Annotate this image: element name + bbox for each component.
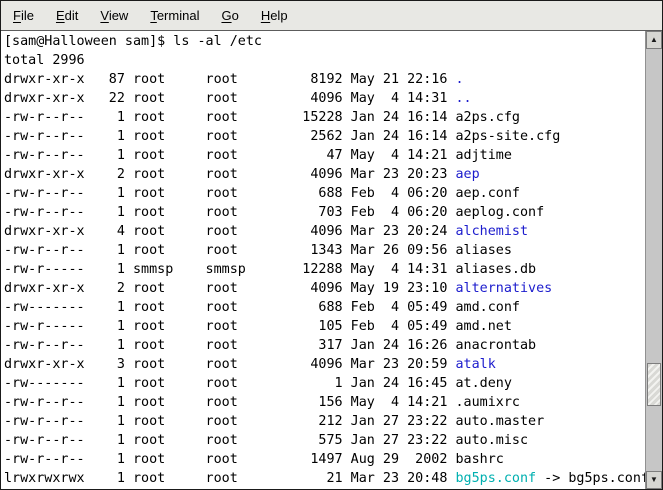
file-name: amd.conf: [455, 300, 520, 315]
file-name: auto.misc: [455, 433, 528, 448]
scrollbar-thumb[interactable]: [647, 363, 661, 406]
terminal-line: drwxr-xr-x 2 root root 4096 Mar 23 20:23…: [4, 165, 645, 184]
menu-view[interactable]: View: [89, 2, 139, 30]
menu-go[interactable]: Go: [210, 2, 249, 30]
terminal-line: -rw-r----- 1 root root 105 Feb 4 05:49 a…: [4, 317, 645, 336]
file-name: aeplog.conf: [455, 205, 544, 220]
file-attributes: -rw-r--r-- 1 root root 1343 Mar 26 09:56: [4, 243, 455, 258]
file-attributes: drwxr-xr-x 3 root root 4096 Mar 23 20:59: [4, 357, 455, 372]
terminal-line: -rw------- 1 root root 688 Feb 4 05:49 a…: [4, 298, 645, 317]
file-attributes: -rw-r--r-- 1 root root 317 Jan 24 16:26: [4, 338, 455, 353]
file-attributes: -rw-r--r-- 1 root root 1497 Aug 29 2002: [4, 452, 455, 467]
terminal-line: -rw------- 1 root root 1 Jan 24 16:45 at…: [4, 374, 645, 393]
file-name: aliases.db: [455, 262, 536, 277]
file-name: auto.master: [455, 414, 544, 429]
file-attributes: -rw-r--r-- 1 root root 575 Jan 27 23:22: [4, 433, 455, 448]
terminal-main-area: [sam@Halloween sam]$ ls -al /etctotal 29…: [1, 31, 662, 489]
file-name: adjtime: [455, 148, 511, 163]
terminal-line: drwxr-xr-x 2 root root 4096 May 19 23:10…: [4, 279, 645, 298]
file-attributes: drwxr-xr-x 2 root root 4096 May 19 23:10: [4, 281, 455, 296]
file-name: a2ps-site.cfg: [455, 129, 560, 144]
menu-terminal[interactable]: Terminal: [139, 2, 210, 30]
dir-name: alchemist: [455, 224, 528, 239]
menu-help[interactable]: Help: [250, 2, 299, 30]
symlink-name: bg5ps.conf: [455, 471, 536, 486]
terminal-line: -rw-r--r-- 1 root root 1343 Mar 26 09:56…: [4, 241, 645, 260]
terminal-line: lrwxrwxrwx 1 root root 21 Mar 23 20:48 b…: [4, 469, 645, 488]
file-name: bashrc: [455, 452, 503, 467]
file-attributes: lrwxrwxrwx 1 root root 21 Mar 23 20:48: [4, 471, 455, 486]
file-name: anacrontab: [455, 338, 536, 353]
file-attributes: -rw-r--r-- 1 root root 688 Feb 4 06:20: [4, 186, 455, 201]
scroll-down-button[interactable]: ▼: [646, 471, 662, 489]
file-attributes: -rw------- 1 root root 688 Feb 4 05:49: [4, 300, 455, 315]
file-attributes: -rw------- 1 root root 1 Jan 24 16:45: [4, 376, 455, 391]
file-attributes: drwxr-xr-x 2 root root 4096 Mar 23 20:23: [4, 167, 455, 182]
terminal-line: -rw-r--r-- 1 root root 703 Feb 4 06:20 a…: [4, 203, 645, 222]
terminal-line: drwxr-xr-x 3 root root 4096 Mar 23 20:59…: [4, 355, 645, 374]
file-attributes: drwxr-xr-x 22 root root 4096 May 4 14:31: [4, 91, 455, 106]
symlink-target: -> bg5ps.conf: [536, 471, 645, 486]
dir-name: alternatives: [455, 281, 552, 296]
terminal-line: drwxr-xr-x 4 root root 4096 Mar 23 20:24…: [4, 222, 645, 241]
file-attributes: -rw-r--r-- 1 root root 212 Jan 27 23:22: [4, 414, 455, 429]
dir-name: atalk: [455, 357, 495, 372]
scrollbar[interactable]: ▲ ▼: [645, 31, 662, 489]
terminal-line: -rw-r----- 1 smmsp smmsp 12288 May 4 14:…: [4, 260, 645, 279]
terminal-line: -rw-r--r-- 1 root root 688 Feb 4 06:20 a…: [4, 184, 645, 203]
terminal-line: -rw-r--r-- 1 root root 317 Jan 24 16:26 …: [4, 336, 645, 355]
terminal-line: drwxr-xr-x 87 root root 8192 May 21 22:1…: [4, 70, 645, 89]
file-name: a2ps.cfg: [455, 110, 520, 125]
file-name: amd.net: [455, 319, 511, 334]
file-attributes: drwxr-xr-x 4 root root 4096 Mar 23 20:24: [4, 224, 455, 239]
terminal-line: -rw-r--r-- 1 root root 575 Jan 27 23:22 …: [4, 431, 645, 450]
terminal-line: -rw-r--r-- 1 root root 47 May 4 14:21 ad…: [4, 146, 645, 165]
terminal-line: drwxr-xr-x 22 root root 4096 May 4 14:31…: [4, 89, 645, 108]
terminal-line: -rw-r--r-- 1 root root 1497 Aug 29 2002 …: [4, 450, 645, 469]
file-name: .aumixrc: [455, 395, 520, 410]
terminal-screen[interactable]: [sam@Halloween sam]$ ls -al /etctotal 29…: [1, 31, 645, 489]
file-attributes: -rw-r----- 1 root root 105 Feb 4 05:49: [4, 319, 455, 334]
scroll-up-button[interactable]: ▲: [646, 31, 662, 49]
terminal-line: -rw-r--r-- 1 root root 15228 Jan 24 16:1…: [4, 108, 645, 127]
file-attributes: -rw-r--r-- 1 root root 2562 Jan 24 16:14: [4, 129, 455, 144]
file-attributes: -rw-r--r-- 1 root root 156 May 4 14:21: [4, 395, 455, 410]
file-name: at.deny: [455, 376, 511, 391]
file-name: aliases: [455, 243, 511, 258]
file-attributes: -rw-r--r-- 1 root root 15228 Jan 24 16:1…: [4, 110, 455, 125]
terminal-line: total 2996: [4, 51, 645, 70]
menu-bar: FileEditViewTerminalGoHelp: [1, 1, 662, 31]
terminal-line: -rw-r--r-- 1 root root 156 May 4 14:21 .…: [4, 393, 645, 412]
down-arrow-icon: ▼: [650, 476, 658, 484]
menu-file[interactable]: File: [2, 2, 45, 30]
menu-edit[interactable]: Edit: [45, 2, 89, 30]
terminal-window: FileEditViewTerminalGoHelp [sam@Hallowee…: [0, 0, 663, 490]
file-name: aep.conf: [455, 186, 520, 201]
file-attributes: drwxr-xr-x 87 root root 8192 May 21 22:1…: [4, 72, 455, 87]
dir-name: aep: [455, 167, 479, 182]
terminal-line: -rw-r--r-- 1 root root 212 Jan 27 23:22 …: [4, 412, 645, 431]
file-attributes: -rw-r--r-- 1 root root 703 Feb 4 06:20: [4, 205, 455, 220]
up-arrow-icon: ▲: [650, 36, 658, 44]
file-attributes: -rw-r----- 1 smmsp smmsp 12288 May 4 14:…: [4, 262, 455, 277]
dir-name: .: [455, 72, 463, 87]
terminal-line: -rw-r--r-- 1 root root 2562 Jan 24 16:14…: [4, 127, 645, 146]
terminal-line: [sam@Halloween sam]$ ls -al /etc: [4, 32, 645, 51]
file-attributes: -rw-r--r-- 1 root root 47 May 4 14:21: [4, 148, 455, 163]
dir-name: ..: [455, 91, 471, 106]
